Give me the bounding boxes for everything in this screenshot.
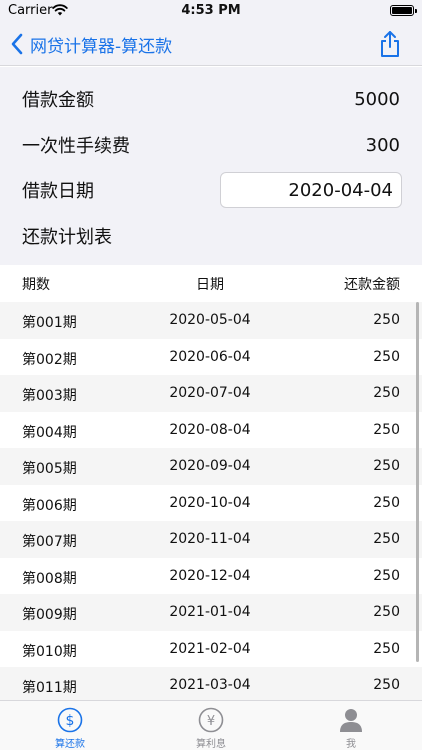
row-period: 第004期 <box>22 424 77 441</box>
row-date: 2021-02-04 <box>169 640 251 657</box>
row-amount: 250 <box>373 348 400 365</box>
chevron-left-icon <box>11 33 23 55</box>
row-amount: 250 <box>373 640 400 657</box>
amount-label: 借款金额 <box>22 90 94 111</box>
row-amount: 250 <box>373 567 400 584</box>
row-amount: 250 <box>373 312 400 328</box>
tab-repayment[interactable]: $ 算还款 <box>30 707 110 750</box>
tab-label: 我 <box>346 739 356 750</box>
table-row: 第001期 2020-05-04 250 <box>0 302 422 339</box>
row-date: 2020-06-04 <box>169 348 251 365</box>
table-row: 第010期 2021-02-04 250 <box>0 631 422 668</box>
table-row: 第003期 2020-07-04 250 <box>0 375 422 412</box>
table-row: 第007期 2020-11-04 250 <box>0 521 422 558</box>
nav-title: 网贷计算器-算还款 <box>30 36 173 57</box>
table-row: 第006期 2020-10-04 250 <box>0 485 422 522</box>
row-amount: 250 <box>373 458 400 474</box>
yen-circle-icon: ¥ <box>198 707 224 733</box>
header-amount: 还款金额 <box>344 277 400 293</box>
table-row: 第011期 2021-03-04 250 <box>0 667 422 700</box>
tab-me[interactable]: 我 <box>311 707 391 750</box>
fee-label: 一次性手续费 <box>22 136 130 157</box>
row-date: 2020-07-04 <box>169 385 251 401</box>
scrollbar[interactable] <box>416 302 419 662</box>
row-amount: 250 <box>373 494 400 511</box>
loan-form: 借款金额 5000 一次性手续费 300 借款日期 2020-04-04 还款计… <box>0 67 422 265</box>
svg-text:¥: ¥ <box>207 714 215 729</box>
row-date: 2020-10-04 <box>169 494 251 511</box>
row-date: 2021-01-04 <box>169 604 251 620</box>
row-date: 2020-05-04 <box>169 312 251 328</box>
row-period: 第002期 <box>22 351 77 368</box>
table-row: 第002期 2020-06-04 250 <box>0 339 422 376</box>
schedule-title-row: 还款计划表 <box>22 221 400 251</box>
header-date: 日期 <box>196 277 224 293</box>
amount-row: 借款金额 5000 <box>22 84 400 114</box>
row-amount: 250 <box>373 531 400 547</box>
row-period: 第008期 <box>22 570 77 587</box>
status-time: 4:53 PM <box>181 3 241 18</box>
row-date: 2020-12-04 <box>169 567 251 584</box>
person-icon <box>340 709 362 732</box>
navigation-bar: 网贷计算器-算还款 <box>0 22 422 66</box>
header-period: 期数 <box>22 277 50 293</box>
row-amount: 250 <box>373 385 400 401</box>
back-button[interactable]: 网贷计算器-算还款 <box>10 30 172 58</box>
tab-label: 算还款 <box>55 739 85 750</box>
battery-icon <box>390 5 417 16</box>
row-period: 第011期 <box>22 680 77 696</box>
table-header: 期数 日期 还款金额 <box>0 265 422 301</box>
fee-value[interactable]: 300 <box>366 135 400 156</box>
tab-label: 算利息 <box>196 739 226 750</box>
row-period: 第006期 <box>22 497 77 514</box>
share-icon[interactable] <box>378 30 402 58</box>
date-field[interactable]: 2020-04-04 <box>220 172 402 208</box>
row-period: 第010期 <box>22 643 77 660</box>
amount-value[interactable]: 5000 <box>354 89 400 110</box>
table-row: 第004期 2020-08-04 250 <box>0 412 422 449</box>
row-period: 第001期 <box>22 315 77 331</box>
fee-row: 一次性手续费 300 <box>22 130 400 160</box>
dollar-circle-icon: $ <box>57 707 83 733</box>
table-row: 第005期 2020-09-04 250 <box>0 448 422 485</box>
date-row: 借款日期 2020-04-04 <box>22 172 402 208</box>
row-amount: 250 <box>373 604 400 620</box>
row-amount: 250 <box>373 421 400 438</box>
svg-text:$: $ <box>66 713 75 729</box>
row-date: 2021-03-04 <box>169 677 251 693</box>
row-date: 2020-09-04 <box>169 458 251 474</box>
row-period: 第003期 <box>22 388 77 404</box>
status-bar: Carrier 4:53 PM <box>0 0 422 22</box>
table-row: 第009期 2021-01-04 250 <box>0 594 422 631</box>
row-date: 2020-11-04 <box>169 531 251 547</box>
row-period: 第009期 <box>22 607 77 623</box>
row-date: 2020-08-04 <box>169 421 251 438</box>
row-period: 第005期 <box>22 461 77 477</box>
schedule-table[interactable]: 第001期 2020-05-04 250 第002期 2020-06-04 25… <box>0 302 422 700</box>
table-row: 第008期 2020-12-04 250 <box>0 558 422 595</box>
tab-interest[interactable]: ¥ 算利息 <box>171 707 251 750</box>
schedule-title: 还款计划表 <box>22 227 112 248</box>
date-label: 借款日期 <box>22 181 94 202</box>
tab-bar: $ 算还款 ¥ 算利息 我 <box>0 700 422 750</box>
row-amount: 250 <box>373 677 400 693</box>
row-period: 第007期 <box>22 534 77 550</box>
